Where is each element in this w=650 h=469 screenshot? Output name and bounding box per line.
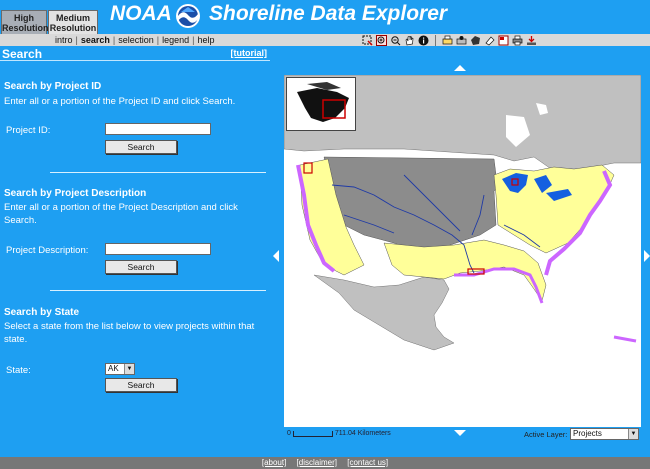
tab-medium-line2: Resolution (49, 23, 97, 33)
active-layer-label: Active Layer: (524, 430, 568, 439)
overview-inset-map[interactable] (286, 77, 356, 131)
section-divider (50, 172, 266, 173)
project-id-input[interactable] (105, 123, 211, 135)
project-id-search-button[interactable]: Search (105, 140, 177, 154)
zoom-out-icon[interactable] (390, 35, 401, 46)
identify-icon[interactable] (418, 35, 429, 46)
download-icon[interactable] (526, 35, 537, 46)
project-id-heading: Search by Project ID (4, 81, 102, 92)
app-title-noaa: NOAA (110, 2, 172, 25)
layers-icon[interactable] (498, 35, 509, 46)
state-selected-value: AK (108, 364, 119, 373)
footer-contact-link[interactable]: [contact us] (347, 458, 388, 467)
erase-icon[interactable] (484, 35, 495, 46)
toolbar-separator (435, 34, 436, 46)
tab-high-line2: Resolution (2, 23, 49, 33)
nav-links: intro | search | selection | legend | help (52, 34, 218, 46)
inset-canvas (297, 82, 349, 122)
state-search-button[interactable]: Search (105, 378, 177, 392)
pan-right-arrow-icon[interactable] (644, 250, 650, 262)
tab-high-line1: High (14, 13, 34, 23)
nav-help[interactable]: help (194, 34, 217, 46)
print-icon[interactable] (442, 35, 453, 46)
app-title-rest: Shoreline Data Explorer (209, 2, 448, 25)
tutorial-link[interactable]: [tutorial] (231, 48, 268, 58)
project-description-description: Enter all or a portion of the Project De… (4, 202, 238, 226)
state-description: Select a state from the list below to vi… (4, 321, 255, 345)
select-rectangle-icon[interactable] (362, 35, 373, 46)
scale-start: 0 (287, 430, 291, 437)
mexico-land (313, 274, 455, 351)
section-divider (50, 290, 266, 291)
project-id-label: Project ID: (6, 125, 51, 136)
tab-medium-line1: Medium (55, 13, 90, 23)
map-tools (362, 34, 537, 46)
chevron-down-icon: ▼ (124, 364, 134, 374)
project-boundaries-ak (613, 335, 637, 343)
project-boundaries-gulf (454, 267, 544, 304)
pan-hand-icon[interactable] (404, 35, 415, 46)
scale-bar: 0 711.04 Kilometers (287, 430, 391, 437)
bookmark-icon[interactable] (470, 35, 481, 46)
active-layer-value: Projects (573, 429, 602, 438)
tab-medium-resolution[interactable]: Medium Resolution (48, 10, 98, 34)
nav-legend[interactable]: legend (159, 34, 192, 46)
state-select[interactable]: AK ▼ (105, 363, 135, 375)
noaa-logo-icon (176, 4, 200, 28)
scale-line (292, 430, 333, 437)
footer: [about] [disclaimer] [contact us] (0, 457, 650, 469)
nav-search[interactable]: search (78, 34, 113, 46)
app-header: High Resolution Medium Resolution NOAA S… (0, 0, 650, 34)
printer-icon[interactable] (512, 35, 523, 46)
project-description-heading: Search by Project Description (4, 188, 147, 199)
nav-intro[interactable]: intro (52, 34, 76, 46)
state-label: State: (6, 365, 31, 376)
pan-left-arrow-icon[interactable] (273, 250, 279, 262)
save-icon[interactable] (456, 35, 467, 46)
toolbar: intro | search | selection | legend | help (0, 34, 650, 46)
pan-up-arrow-icon[interactable] (454, 65, 466, 71)
scale-text: 711.04 Kilometers (334, 430, 391, 437)
panel-title: Search (2, 47, 43, 61)
inset-land-north (307, 82, 341, 90)
active-layer-select[interactable]: Projects ▼ (570, 428, 639, 440)
zoom-in-icon[interactable] (376, 34, 387, 46)
state-heading: Search by State (4, 307, 80, 318)
footer-disclaimer-link[interactable]: [disclaimer] (297, 458, 337, 467)
footer-about-link[interactable]: [about] (262, 458, 286, 467)
project-description-input[interactable] (105, 243, 211, 255)
project-id-description: Enter all or a portion of the Project ID… (4, 96, 236, 107)
search-panel-header: Search [tutorial] (0, 47, 270, 61)
pan-down-arrow-icon[interactable] (454, 430, 466, 436)
chevron-down-icon: ▼ (628, 429, 638, 439)
tab-high-resolution[interactable]: High Resolution (1, 10, 49, 34)
project-description-label: Project Description: (6, 245, 89, 256)
project-description-search-button[interactable]: Search (105, 260, 177, 274)
nav-selection[interactable]: selection (115, 34, 157, 46)
